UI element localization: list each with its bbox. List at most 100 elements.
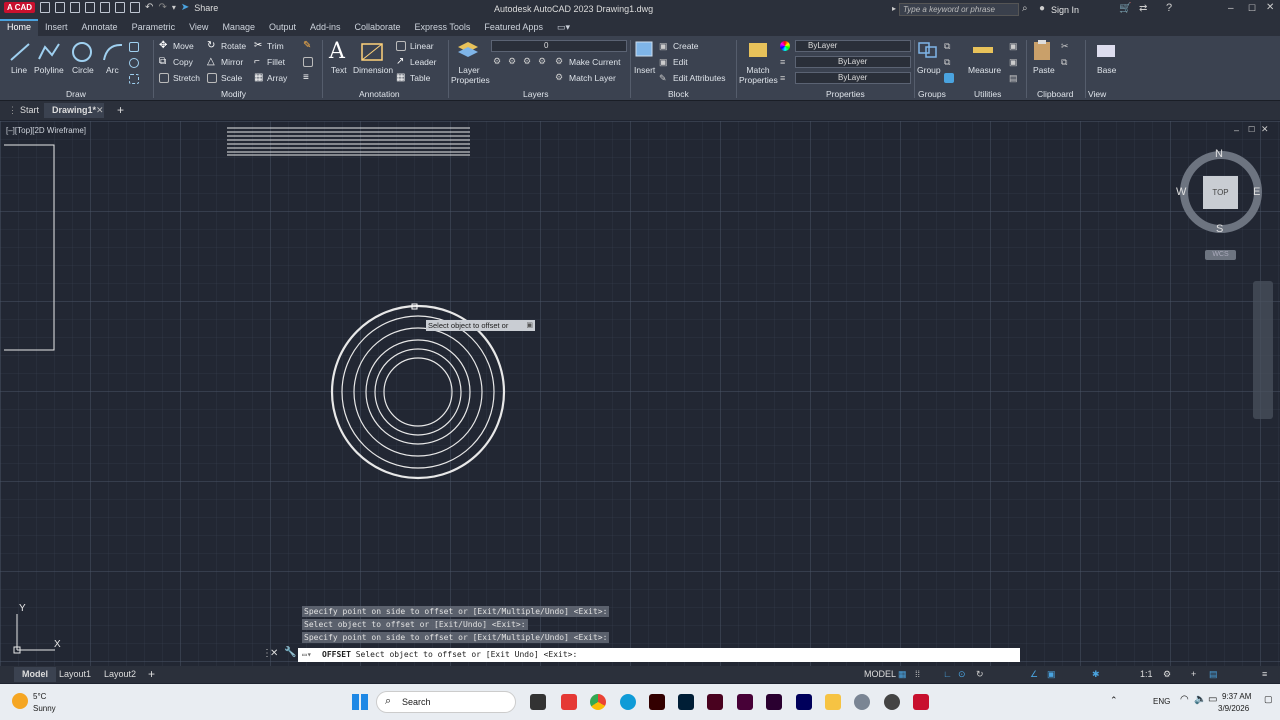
undo-icon[interactable]: ↶ [145,2,153,13]
tab-express-tools[interactable]: Express Tools [408,19,478,36]
layer-freeze-icon[interactable]: ⚙ [508,56,518,66]
match-layer-icon[interactable]: ⚙ [555,72,565,82]
insert-icon[interactable] [632,39,656,61]
scale-button[interactable]: Scale [221,73,242,83]
polar-icon[interactable]: ⊙ [958,669,966,680]
volume-icon[interactable]: 🔈 [1194,694,1206,705]
tooltip-arrow-icon[interactable]: ▣ [526,320,533,331]
stretch-icon[interactable] [159,73,169,83]
color-dropdown[interactable]: ByLayer [795,40,911,52]
create-block-button[interactable]: Create [673,41,699,51]
search-input[interactable]: Type a keyword or phrase [899,3,1019,16]
layer-properties-icon[interactable] [456,39,480,61]
view-panel-title[interactable]: View [1088,89,1106,99]
snap-icon[interactable]: ⁞⁞ [915,669,920,679]
tab-collaborate[interactable]: Collaborate [348,19,408,36]
compass-n[interactable]: N [1215,148,1223,160]
lineweight-dropdown[interactable]: ByLayer [795,72,911,84]
mirror-button[interactable]: Mirror [221,57,243,67]
table-icon[interactable]: ▦ [396,73,406,83]
weather-temp[interactable]: 5°C [33,692,46,701]
match-properties-icon[interactable] [746,39,770,61]
premiere-icon[interactable] [766,694,782,710]
save-as-icon[interactable] [85,2,96,13]
compass-s[interactable]: S [1216,223,1223,235]
tab-addins[interactable]: Add-ins [303,19,348,36]
layers-panel-title[interactable]: Layers [523,89,549,99]
clock-date[interactable]: 3/9/2026 [1218,704,1249,713]
compass-e[interactable]: E [1253,186,1260,198]
arc-button[interactable]: Arc [106,65,119,75]
compass-w[interactable]: W [1176,186,1186,198]
wcs-menu[interactable]: WCS [1205,250,1236,260]
command-line-input[interactable]: ▭▾ OFFSET Select object to offset or [Ex… [298,648,1020,662]
offset-icon[interactable]: ≡ [303,73,313,83]
line-button[interactable]: Line [11,65,27,75]
make-current-icon[interactable]: ⚙ [555,56,565,66]
paste-icon[interactable] [1030,39,1054,61]
erase-icon[interactable] [303,57,313,67]
search-icon[interactable]: ⌕ [1022,3,1028,14]
drawing-canvas[interactable]: [–][Top][2D Wireframe] – ☐ ✕ Y X Select … [0,121,1280,666]
tab-manage[interactable]: Manage [215,19,262,36]
tab-output[interactable]: Output [262,19,303,36]
layer-lock-icon[interactable]: ⚙ [523,56,533,66]
polyline-button[interactable]: Polyline [34,65,64,75]
array-icon[interactable]: ▦ [254,73,264,83]
exchange-icon[interactable]: ⇄ [1139,3,1147,14]
rotate-icon[interactable]: ↻ [207,41,217,51]
isolate-objects-icon[interactable]: ▤ [1209,669,1218,680]
tab-home[interactable]: Home [0,19,39,36]
group-edit-icon[interactable]: ⧉ [944,57,954,67]
edit-attributes-icon[interactable]: ✎ [659,73,669,83]
annotation-visibility-icon[interactable]: ✱ [1092,669,1100,680]
language-indicator[interactable]: ENG [1153,697,1170,706]
grid-icon[interactable]: ▦ [898,669,907,680]
color-wheel-icon[interactable] [780,41,790,51]
start-tab[interactable]: Start [20,105,39,115]
fillet-icon[interactable]: ⌐ [254,57,264,67]
hatch-icon[interactable] [129,58,139,68]
tab-view[interactable]: View [182,19,215,36]
edit-block-icon[interactable]: ▣ [659,57,669,67]
lineweight-toggle-icon[interactable]: ▣ [1047,669,1056,680]
move-button[interactable]: Move [173,41,194,51]
add-layout-icon[interactable]: + [148,667,155,681]
snap-tracking-icon[interactable]: ∠ [1030,669,1038,680]
linetype-icon[interactable]: ≡ [780,57,790,67]
media-icon[interactable] [884,694,900,710]
make-current-button[interactable]: Make Current [569,57,621,67]
plot-icon[interactable] [130,2,141,13]
scale-icon[interactable] [207,73,217,83]
tab-annotate[interactable]: Annotate [75,19,125,36]
tray-chevron-icon[interactable]: ⌃ [1110,695,1118,706]
ortho-icon[interactable]: ∟ [943,669,952,679]
workspace-gear-icon[interactable]: ⚙ [1163,669,1171,680]
linear-button[interactable]: Linear [410,41,434,51]
lineweight-icon[interactable]: ≡ [780,73,790,83]
dimension-button[interactable]: Dimension [353,65,393,75]
boundary-icon[interactable] [129,74,139,84]
linear-icon[interactable] [396,41,406,51]
groups-panel-title[interactable]: Groups [918,89,946,99]
close-tab-icon[interactable]: ✕ [96,105,104,116]
web-mobile-icon[interactable] [100,2,111,13]
tab-parametric[interactable]: Parametric [125,19,183,36]
cart-icon[interactable]: 🛒 [1119,3,1131,14]
text-icon[interactable]: A [329,39,345,64]
tab-featured-apps[interactable]: Featured Apps [477,19,550,36]
xd-icon[interactable] [737,694,753,710]
circle-button[interactable]: Circle [72,65,94,75]
layer-state-icon[interactable]: ⚙ [493,56,503,66]
modify-panel-title[interactable]: Modify [221,89,246,99]
windows-start-icon[interactable] [352,694,368,710]
model-tab[interactable]: Model [14,667,56,682]
measure-button[interactable]: Measure [968,65,1001,75]
layer-isolate-icon[interactable]: ⚙ [538,56,548,66]
save-icon[interactable] [70,2,81,13]
layout2-tab[interactable]: Layout2 [104,669,136,679]
tab-overflow-icon[interactable]: ▭▾ [550,19,577,36]
draw-panel-title[interactable]: Draw [66,89,86,99]
line-icon[interactable] [8,41,32,63]
photoshop-icon[interactable] [678,694,694,710]
